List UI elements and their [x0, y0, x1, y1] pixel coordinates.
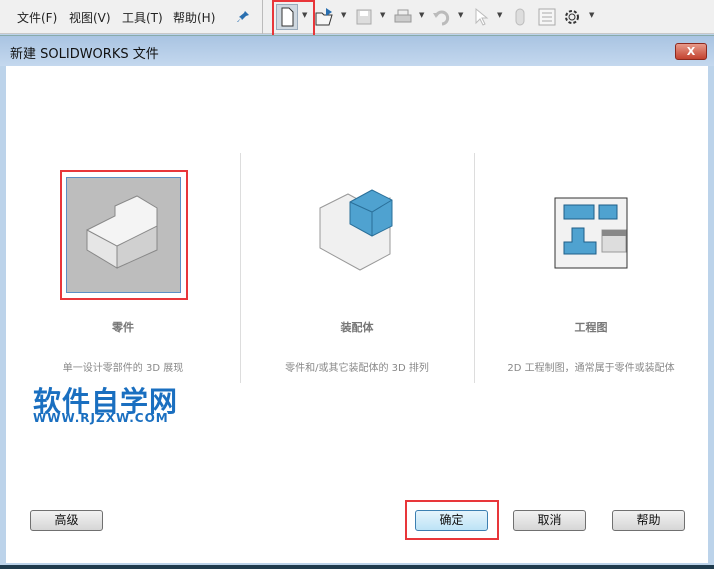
print-icon[interactable] — [392, 6, 414, 28]
drawing-icon — [554, 197, 628, 269]
template-desc-drawing: 2D 工程制图，通常属于零件或装配体 — [507, 363, 675, 374]
select-icon[interactable] — [470, 6, 492, 28]
chevron-down-icon[interactable]: ▼ — [341, 11, 346, 19]
rebuild-icon[interactable] — [509, 6, 531, 28]
options-list-icon[interactable] — [536, 6, 558, 28]
dialog-content — [6, 66, 708, 563]
gear-icon[interactable] — [561, 6, 583, 28]
template-drawing[interactable] — [540, 190, 640, 280]
chevron-down-icon[interactable]: ▼ — [419, 11, 424, 19]
toolbar-separator — [262, 0, 263, 34]
menu-file[interactable]: 文件(F) — [17, 9, 57, 26]
menu-help[interactable]: 帮助(H) — [173, 9, 215, 26]
taskbar-edge — [0, 565, 714, 569]
cancel-button[interactable]: 取消 — [513, 510, 586, 531]
chevron-down-icon[interactable]: ▼ — [458, 11, 463, 19]
watermark-url: WWW.RJZXW.COM — [33, 411, 169, 425]
chevron-down-icon[interactable]: ▼ — [380, 11, 385, 19]
template-desc-assembly: 零件和/或其它装配体的 3D 排列 — [285, 363, 429, 374]
menu-tools[interactable]: 工具(T) — [122, 9, 163, 26]
chevron-down-icon[interactable]: ▼ — [589, 11, 594, 19]
template-label-part: 零件 — [112, 321, 134, 334]
highlight-ok — [405, 500, 499, 540]
pin-icon[interactable] — [232, 6, 254, 28]
divider — [240, 153, 241, 383]
save-icon[interactable] — [353, 6, 375, 28]
template-desc-part: 单一设计零部件的 3D 展现 — [62, 363, 184, 374]
highlight-part — [60, 170, 188, 300]
chevron-down-icon[interactable]: ▼ — [497, 11, 502, 19]
help-button[interactable]: 帮助 — [612, 510, 685, 531]
close-button[interactable]: X — [675, 43, 707, 60]
template-assembly[interactable] — [300, 178, 415, 290]
template-label-assembly: 装配体 — [340, 321, 374, 334]
dialog-title: 新建 SOLIDWORKS 文件 — [10, 47, 159, 62]
undo-icon[interactable] — [431, 6, 453, 28]
advanced-button[interactable]: 高级 — [30, 510, 103, 531]
open-icon[interactable] — [314, 6, 336, 28]
toolbar: 文件(F) 视图(V) 工具(T) 帮助(H) ▼ ▼ ▼ ▼ ▼ ▼ ▼ — [0, 0, 714, 34]
template-label-drawing: 工程图 — [574, 321, 608, 334]
menu-view[interactable]: 视图(V) — [69, 9, 111, 26]
assembly-icon — [319, 189, 393, 271]
divider — [474, 153, 475, 383]
